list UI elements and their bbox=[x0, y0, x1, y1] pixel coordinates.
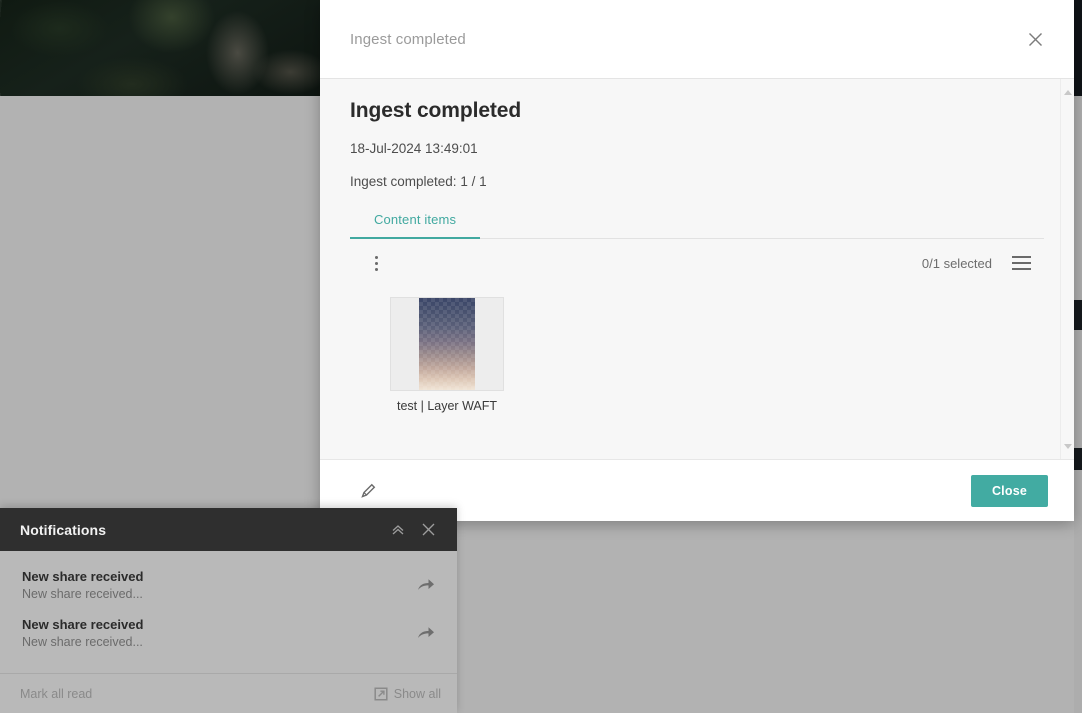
triangle-down-icon[interactable] bbox=[1061, 439, 1074, 453]
notification-subtitle: New share received... bbox=[22, 587, 143, 601]
list-item[interactable]: New share received New share received... bbox=[0, 609, 457, 657]
item-thumbnail[interactable] bbox=[390, 297, 504, 391]
list-item[interactable]: test | Layer WAFT bbox=[390, 297, 504, 413]
show-all-label: Show all bbox=[393, 686, 441, 701]
ingest-completed-dialog: Ingest completed Ingest completed 18-Jul… bbox=[320, 0, 1074, 521]
notification-text: New share received New share received... bbox=[22, 617, 411, 649]
tab-bar: Content items bbox=[350, 203, 1044, 239]
notification-subtitle: New share received... bbox=[22, 635, 143, 649]
triangle-up-icon[interactable] bbox=[1061, 85, 1074, 99]
item-label: test | Layer WAFT bbox=[396, 399, 498, 413]
dialog-close-icon[interactable] bbox=[1018, 22, 1052, 56]
background-page-lower-right bbox=[457, 530, 1074, 713]
notifications-close-icon[interactable] bbox=[413, 515, 443, 545]
more-vertical-icon[interactable] bbox=[362, 249, 390, 277]
notifications-title: Notifications bbox=[20, 521, 107, 538]
notifications-panel: Notifications New share received New sha… bbox=[0, 508, 457, 713]
mark-all-read-button[interactable]: Mark all read bbox=[20, 687, 92, 701]
gradient-lattice-image bbox=[419, 298, 475, 390]
notifications-header: Notifications bbox=[0, 508, 457, 551]
selected-count-label: 0/1 selected bbox=[921, 255, 992, 271]
share-forward-icon[interactable] bbox=[411, 570, 441, 600]
background-right-dark-strip-3 bbox=[1074, 448, 1082, 470]
items-toolbar: 0/1 selected bbox=[350, 239, 1044, 287]
list-item[interactable]: New share received New share received... bbox=[0, 561, 457, 609]
pencil-icon[interactable] bbox=[352, 475, 384, 507]
dialog-header-title: Ingest completed bbox=[350, 30, 466, 48]
ingest-summary: Ingest completed: 1 / 1 bbox=[350, 174, 487, 189]
external-link-icon bbox=[374, 686, 388, 701]
ingest-timestamp: 18-Jul-2024 13:49:01 bbox=[350, 141, 478, 156]
background-page-right bbox=[1074, 0, 1082, 713]
content-items-grid: test | Layer WAFT bbox=[350, 287, 1044, 413]
show-all-button[interactable]: Show all bbox=[374, 687, 441, 701]
app-root: Ingest completed Ingest completed 18-Jul… bbox=[0, 0, 1082, 713]
close-button[interactable]: Close bbox=[970, 474, 1048, 507]
background-right-dark-strip-2 bbox=[1074, 300, 1082, 330]
dialog-body: Ingest completed 18-Jul-2024 13:49:01 In… bbox=[320, 79, 1074, 459]
tab-content-items[interactable]: Content items bbox=[350, 203, 481, 239]
share-forward-icon[interactable] bbox=[411, 618, 441, 648]
page-title: Ingest completed bbox=[350, 99, 522, 122]
hamburger-icon[interactable] bbox=[1008, 250, 1034, 276]
scrollbar[interactable] bbox=[1060, 79, 1074, 459]
background-right-dark-strip bbox=[1074, 0, 1082, 96]
background-photo bbox=[0, 0, 330, 96]
notifications-list: New share received New share received...… bbox=[0, 551, 457, 674]
notifications-footer: Mark all read Show all bbox=[0, 674, 457, 713]
chevron-double-up-icon[interactable] bbox=[383, 515, 413, 545]
dialog-body-content: Ingest completed 18-Jul-2024 13:49:01 In… bbox=[320, 79, 1074, 413]
notification-title: New share received bbox=[22, 569, 144, 584]
dialog-header: Ingest completed bbox=[320, 0, 1074, 79]
notification-title: New share received bbox=[22, 617, 144, 632]
notification-text: New share received New share received... bbox=[22, 569, 411, 601]
